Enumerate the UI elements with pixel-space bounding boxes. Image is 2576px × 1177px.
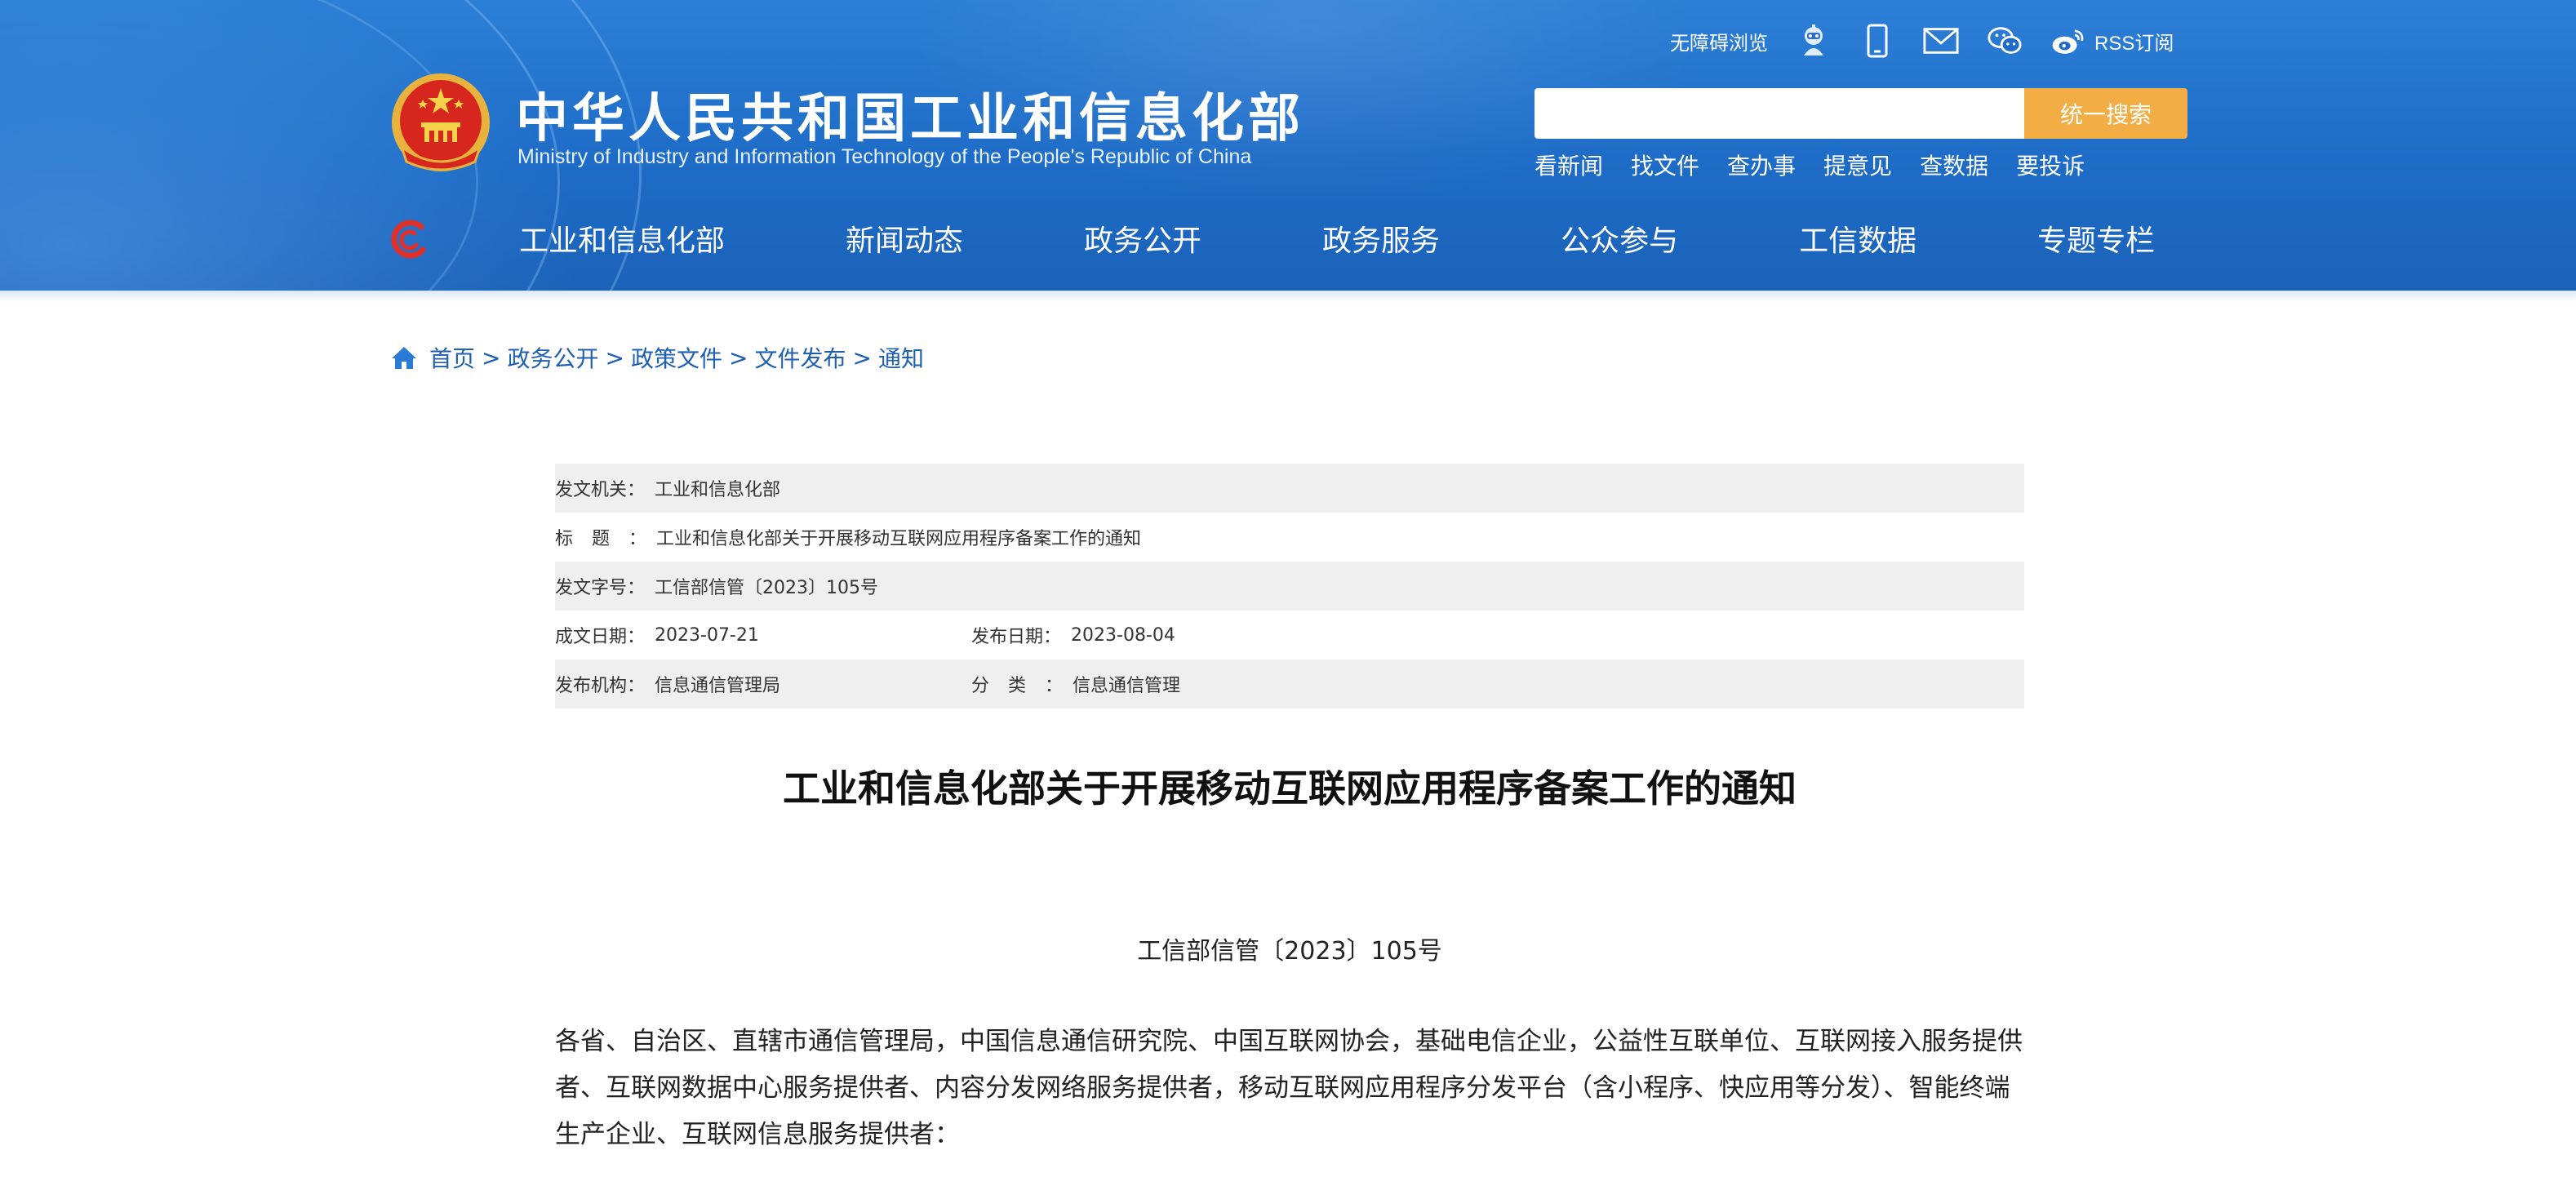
publish-date-label: 发布日期： — [971, 627, 1062, 647]
header-divider — [0, 291, 2576, 302]
robot-assistant-icon[interactable] — [1796, 23, 1832, 59]
quick-link-services[interactable]: 查办事 — [1727, 149, 1796, 181]
breadcrumb-separator: > — [852, 344, 872, 371]
nav-item-news[interactable]: 新闻动态 — [846, 217, 963, 260]
nav-item-ministry[interactable]: 工业和信息化部 — [519, 217, 725, 260]
meta-row-dates: 成文日期： 2023-07-21 发布日期： 2023-08-04 — [555, 611, 2024, 660]
breadcrumb-separator: > — [605, 344, 624, 371]
search-button[interactable]: 统一搜索 — [2024, 88, 2187, 139]
breadcrumb-home[interactable]: 首页 — [429, 341, 475, 374]
issuer-value: 工业和信息化部 — [655, 480, 781, 500]
org-value: 信息通信管理局 — [655, 676, 781, 696]
ministry-logo-icon[interactable] — [387, 217, 431, 261]
meta-row-doc-number: 发文字号： 工信部信管〔2023〕105号 — [555, 562, 2024, 611]
publish-date-value: 2023-08-04 — [1071, 624, 1175, 646]
category-label: 分类： — [971, 676, 1063, 696]
document-meta-table: 发文机关： 工业和信息化部 标题： 工业和信息化部关于开展移动互联网应用程序备案… — [555, 464, 2024, 708]
issuer-label: 发文机关： — [555, 480, 646, 500]
quick-link-news[interactable]: 看新闻 — [1534, 149, 1603, 181]
breadcrumb-policy-documents[interactable]: 政策文件 — [631, 341, 722, 374]
article-title: 工业和信息化部关于开展移动互联网应用程序备案工作的通知 — [783, 766, 1797, 811]
mail-icon[interactable] — [1923, 23, 1959, 59]
breadcrumb-separator: > — [482, 344, 501, 371]
breadcrumb-government-affairs[interactable]: 政务公开 — [507, 341, 598, 374]
written-date-value: 2023-07-21 — [655, 624, 759, 646]
article-doc-number: 工信部信管〔2023〕105号 — [1137, 937, 1442, 966]
main-navigation: 工业和信息化部 新闻动态 政务公开 政务服务 公众参与 工信数据 专题专栏 — [519, 214, 2155, 263]
nav-item-government-services[interactable]: 政务服务 — [1322, 217, 1440, 260]
written-date-label: 成文日期： — [555, 627, 646, 647]
quick-link-feedback[interactable]: 提意见 — [1823, 149, 1892, 181]
meta-row-issuer: 发文机关： 工业和信息化部 — [555, 464, 2024, 513]
home-icon[interactable] — [390, 344, 418, 371]
wechat-icon[interactable] — [1987, 23, 2023, 59]
accessibility-link[interactable]: 无障碍浏览 — [1670, 27, 1768, 56]
site-subtitle: Ministry of Industry and Information Tec… — [517, 145, 1252, 168]
breadcrumb-separator: > — [728, 344, 748, 371]
search-input[interactable] — [1534, 88, 2024, 139]
weibo-icon[interactable] — [2050, 23, 2086, 59]
title-value: 工业和信息化部关于开展移动互联网应用程序备案工作的通知 — [656, 529, 1142, 549]
category-value: 信息通信管理 — [1073, 676, 1181, 696]
nav-item-data[interactable]: 工信数据 — [1799, 217, 1916, 260]
breadcrumb-file-release[interactable]: 文件发布 — [754, 341, 846, 374]
breadcrumb-notices[interactable]: 通知 — [878, 341, 924, 374]
quick-link-data[interactable]: 查数据 — [1920, 149, 1988, 181]
top-utility-links: 无障碍浏览 RSS订阅 — [1670, 23, 2174, 59]
mobile-phone-icon[interactable] — [1859, 23, 1895, 59]
site-header: 中华人民共和国工业和信息化部 Ministry of Industry and … — [0, 0, 2576, 291]
title-label: 标题： — [555, 529, 646, 549]
article-paragraph: 各省、自治区、直辖市通信管理局，中国信息通信研究院、中国互联网协会，基础电信企业… — [555, 1027, 2023, 1149]
doc-number-value: 工信部信管〔2023〕105号 — [655, 578, 878, 598]
meta-row-org: 发布机构： 信息通信管理局 分类： 信息通信管理 — [555, 660, 2024, 708]
nav-item-special-topics[interactable]: 专题专栏 — [2037, 217, 2155, 260]
rss-link[interactable]: RSS订阅 — [2094, 27, 2174, 56]
national-emblem-icon[interactable] — [390, 72, 491, 176]
doc-number-label: 发文字号： — [555, 578, 646, 598]
nav-item-public-participation[interactable]: 公众参与 — [1561, 217, 1678, 260]
org-label: 发布机构： — [555, 676, 646, 696]
quick-links: 看新闻 找文件 查办事 提意见 查数据 要投诉 — [1534, 149, 2112, 181]
quick-link-files[interactable]: 找文件 — [1631, 149, 1699, 181]
nav-item-government-affairs[interactable]: 政务公开 — [1084, 217, 1201, 260]
breadcrumb: 首页 > 政务公开 > 政策文件 > 文件发布 > 通知 — [390, 341, 924, 374]
site-title[interactable]: 中华人民共和国工业和信息化部 — [516, 77, 1304, 152]
quick-link-complaint[interactable]: 要投诉 — [2016, 149, 2085, 181]
meta-row-title: 标题： 工业和信息化部关于开展移动互联网应用程序备案工作的通知 — [555, 513, 2024, 562]
